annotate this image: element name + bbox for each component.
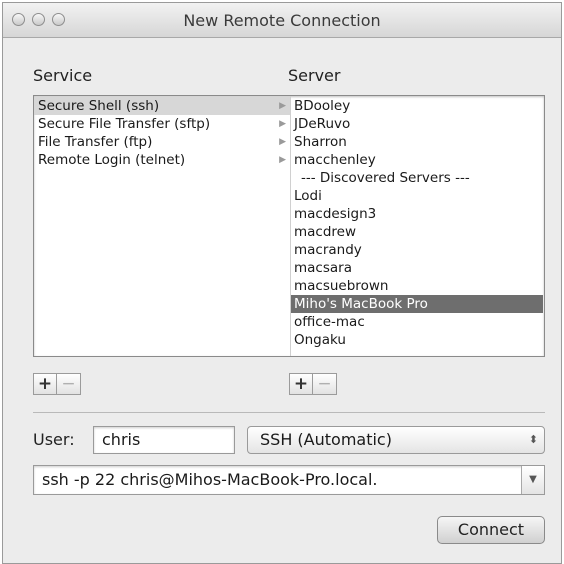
service-item[interactable]: File Transfer (ftp) ▶ <box>34 133 290 151</box>
command-field[interactable]: ssh -p 22 chris@Mihos-MacBook-Pro.local. <box>42 470 378 489</box>
server-add-button[interactable]: + <box>289 373 313 395</box>
user-field[interactable]: chris <box>93 426 235 454</box>
server-remove-button[interactable]: − <box>313 373 337 395</box>
server-section-header: --- Discovered Servers --- <box>301 170 470 186</box>
connect-button[interactable]: Connect <box>437 516 545 544</box>
new-remote-connection-window: New Remote Connection Service Server Sec… <box>2 2 562 564</box>
submenu-arrow-icon: ▶ <box>279 101 286 111</box>
divider <box>33 412 545 413</box>
server-item[interactable]: office-mac <box>291 313 543 331</box>
service-item-label: Secure File Transfer (sftp) <box>38 116 211 132</box>
window-title: New Remote Connection <box>183 11 381 30</box>
submenu-arrow-icon: ▶ <box>279 137 286 147</box>
user-label: User: <box>33 430 75 449</box>
server-item[interactable]: Ongaku <box>291 331 543 349</box>
server-add-remove: + − <box>289 373 337 395</box>
server-heading: Server <box>288 66 341 85</box>
service-item-label: File Transfer (ftp) <box>38 134 153 150</box>
service-list: Secure Shell (ssh) ▶ Secure File Transfer … <box>34 97 290 169</box>
service-heading: Service <box>33 66 93 85</box>
service-item[interactable]: Secure File Transfer (sftp) ▶ <box>34 115 290 133</box>
server-item[interactable]: macrandy <box>291 241 543 259</box>
server-item[interactable]: Sharron <box>291 133 543 151</box>
protocol-select[interactable]: SSH (Automatic) ⬍ <box>247 426 545 454</box>
service-remove-button[interactable]: − <box>57 373 81 395</box>
server-item[interactable]: macdrew <box>291 223 543 241</box>
service-item-label: Secure Shell (ssh) <box>38 98 160 114</box>
server-item[interactable]: Miho's MacBook Pro <box>291 295 543 313</box>
connection-list-box: Secure Shell (ssh) ▶ Secure File Transfer … <box>33 95 545 357</box>
server-list: BDooley JDeRuvo Sharron macchenley --- Disco… <box>291 97 543 349</box>
server-item[interactable]: BDooley <box>291 97 543 115</box>
updown-arrows-icon: ⬍ <box>528 433 538 446</box>
submenu-arrow-icon: ▶ <box>279 155 286 165</box>
server-item[interactable]: macsuebrown <box>291 277 543 295</box>
server-item[interactable]: Lodi <box>291 187 543 205</box>
server-item[interactable]: JDeRuvo <box>291 115 543 133</box>
service-add-remove: + − <box>33 373 81 395</box>
server-item[interactable]: macsara <box>291 259 543 277</box>
protocol-select-value: SSH (Automatic) <box>260 430 392 449</box>
server-item[interactable]: macchenley <box>291 151 543 169</box>
service-item-label: Remote Login (telnet) <box>38 152 186 168</box>
title-bar: New Remote Connection <box>3 3 561 38</box>
service-add-button[interactable]: + <box>33 373 57 395</box>
command-combo[interactable]: ssh -p 22 chris@Mihos-MacBook-Pro.local.… <box>33 465 545 495</box>
submenu-arrow-icon: ▶ <box>279 119 286 129</box>
service-item[interactable]: Secure Shell (ssh) ▶ <box>34 97 290 115</box>
server-item[interactable]: macdesign3 <box>291 205 543 223</box>
dropdown-arrow-icon[interactable]: ▼ <box>521 466 544 494</box>
service-item[interactable]: Remote Login (telnet) ▶ <box>34 151 290 169</box>
